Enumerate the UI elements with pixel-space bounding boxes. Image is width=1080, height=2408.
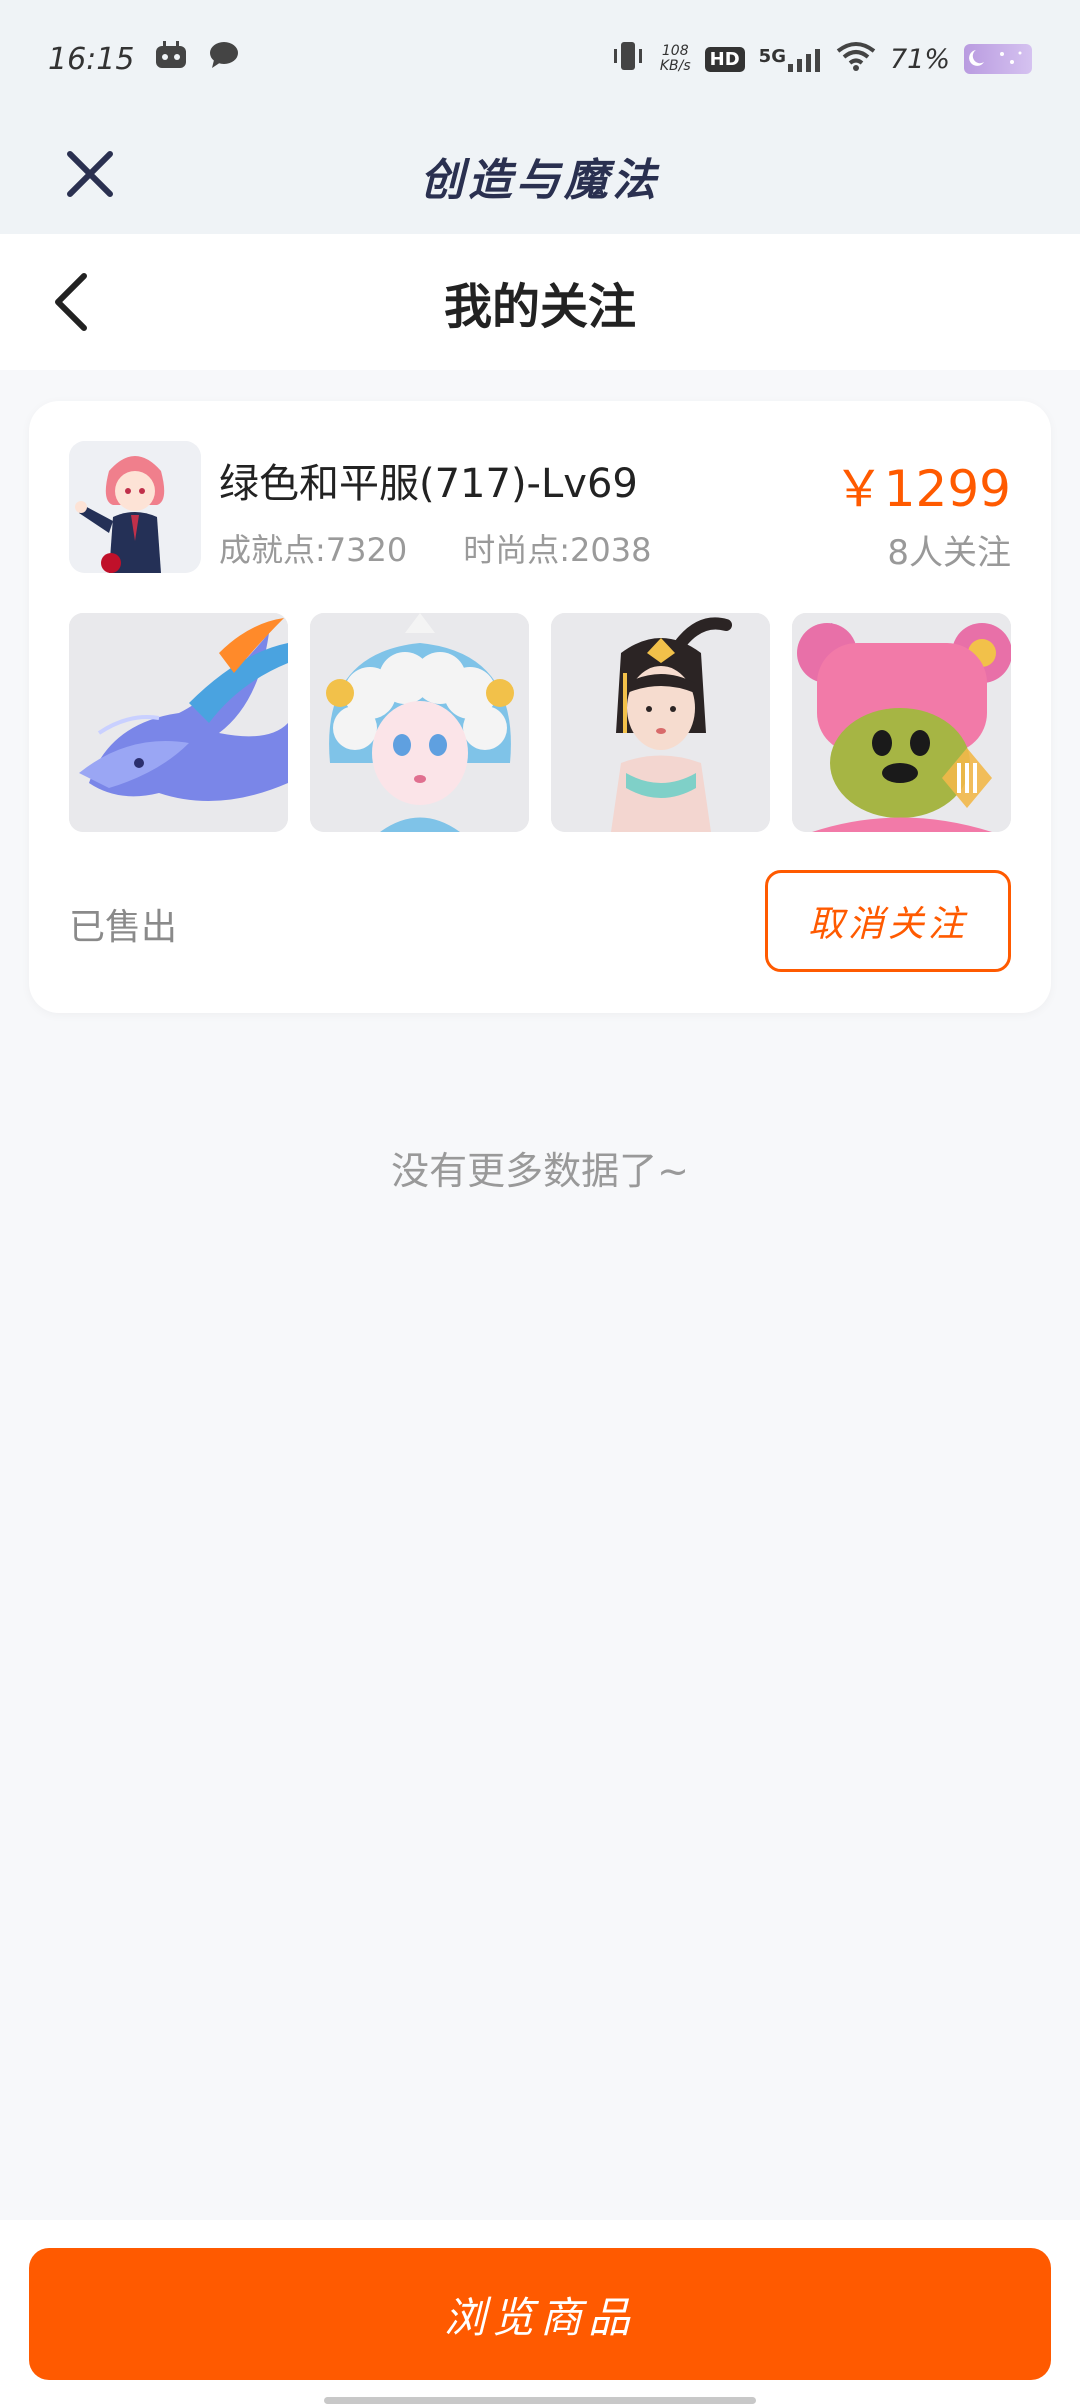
vibrate-icon <box>610 40 646 79</box>
battery-icon <box>964 44 1032 74</box>
chevron-left-icon <box>55 273 87 331</box>
item-thumbnails <box>69 613 1011 832</box>
hanfu-girl-image <box>551 613 770 832</box>
app-title: 创造与魔法 <box>420 155 660 206</box>
role-stats: 成就点:7320 时尚点:2038 <box>219 525 651 571</box>
signal-label: 5G <box>758 46 786 67</box>
battery-percent: 71% <box>889 43 950 75</box>
status-bar: 16:15 108 KB/s HD 5G 71% <box>0 0 1080 118</box>
price: ￥1299 <box>833 460 1011 518</box>
role-name: 绿色和平服(717)-Lv69 <box>219 461 638 507</box>
dragon-mount-image <box>69 613 288 832</box>
sale-status: 已售出 <box>69 907 178 948</box>
app-notification-icon <box>154 40 188 78</box>
close-icon <box>67 151 113 197</box>
hd-badge: HD <box>704 46 745 72</box>
unfollow-button[interactable]: 取消关注 <box>765 870 1011 972</box>
page-header: 我的关注 <box>0 234 1080 370</box>
list-end-text: 没有更多数据了~ <box>391 1149 689 1193</box>
signal-icon: 5G <box>759 46 822 72</box>
wifi-icon <box>836 41 876 78</box>
net-speed-unit: KB/s <box>659 58 691 74</box>
home-indicator[interactable] <box>324 2397 756 2404</box>
fashion-points: 时尚点:2038 <box>463 531 652 569</box>
followed-item-card[interactable]: 绿色和平服(717)-Lv69 成就点:7320 时尚点:2038 ￥1299 … <box>29 401 1051 1013</box>
message-icon <box>208 40 240 78</box>
net-speed: 108 KB/s <box>660 44 691 74</box>
pink-bear-pet-image <box>792 613 1011 832</box>
back-button[interactable] <box>46 268 106 336</box>
close-button[interactable] <box>62 146 118 202</box>
net-speed-value: 108 <box>661 43 689 59</box>
browse-products-button[interactable]: 浏览商品 <box>29 2248 1051 2380</box>
cloud-hair-avatar-image <box>310 613 529 832</box>
achievement-points: 成就点:7320 <box>219 531 408 569</box>
follower-count: 8人关注 <box>887 533 1011 573</box>
status-time: 16:15 <box>48 41 135 77</box>
character-avatar <box>69 441 201 573</box>
bottom-bar: 浏览商品 <box>0 2220 1080 2408</box>
page-title: 我的关注 <box>443 279 636 335</box>
app-header: 创造与魔法 <box>0 118 1080 234</box>
